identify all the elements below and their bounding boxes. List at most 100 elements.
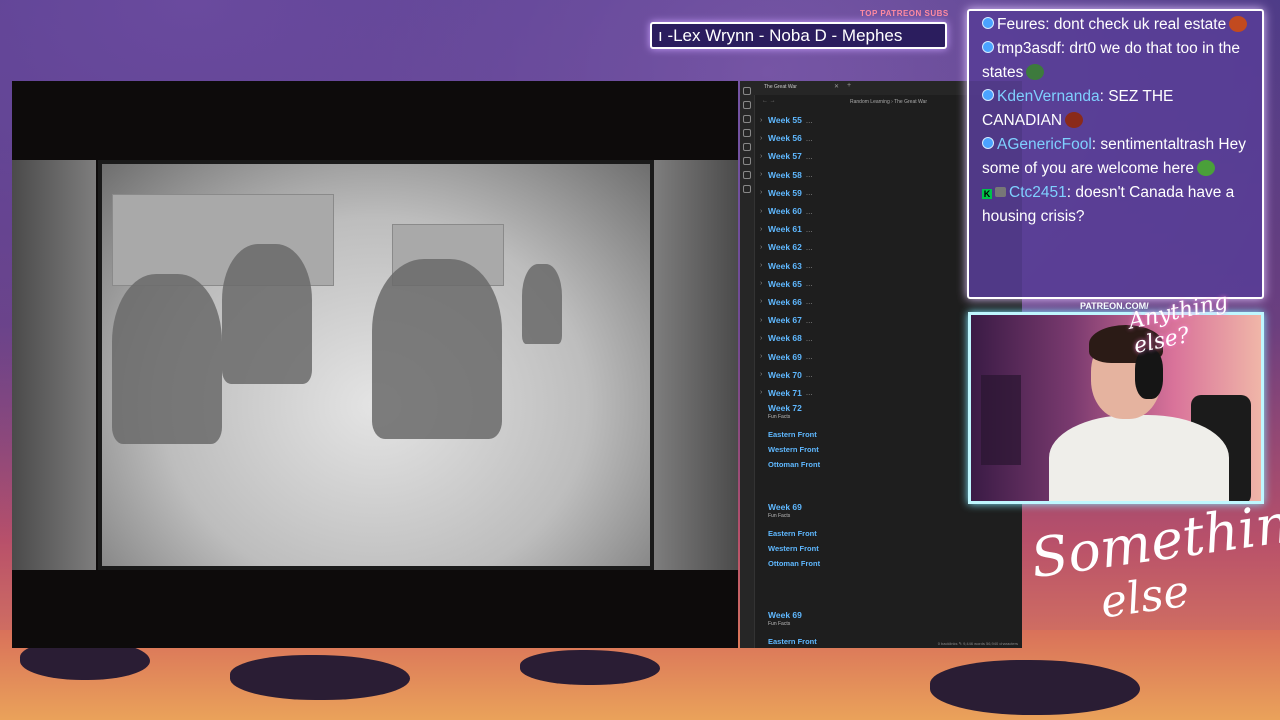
outline-item[interactable]: › Week 58...: [760, 166, 813, 184]
outline-item[interactable]: › Week 69...: [760, 347, 813, 365]
notes-ribbon: [740, 81, 755, 648]
outline-item[interactable]: › Week 56...: [760, 129, 813, 147]
emote-icon: [1026, 64, 1045, 80]
chat-message: tmp3asdf: drt0 we do that too in the sta…: [982, 40, 1241, 81]
outline-item-ellipsis: ...: [805, 352, 813, 362]
verified-badge-icon: [982, 17, 994, 29]
chat-text: dont check uk real estate: [1053, 16, 1227, 33]
canvas-icon[interactable]: [743, 143, 751, 151]
outline-item-label: Week 68: [768, 333, 802, 344]
outline-item[interactable]: › Week 57...: [760, 147, 813, 165]
outline-item-ellipsis: ...: [805, 224, 813, 234]
chat-username[interactable]: Ctc2451: [1009, 184, 1067, 201]
verified-badge-icon: [982, 41, 994, 53]
outline-item-ellipsis: ...: [805, 315, 813, 325]
chevron-right-icon[interactable]: ›: [760, 153, 768, 160]
chat-username[interactable]: tmp3asdf: [997, 40, 1061, 57]
outline-item-ellipsis: ...: [805, 370, 813, 380]
note-section: Week 72 Fun Facts Eastern Front Western Fro…: [768, 403, 820, 469]
emote-icon: [1065, 112, 1084, 128]
front-heading: Eastern Front: [768, 529, 817, 538]
chat-message: KdenVernanda: SEZ THE CANADIAN: [982, 88, 1174, 129]
outline-item[interactable]: › Week 68...: [760, 329, 813, 347]
chevron-right-icon[interactable]: ›: [760, 244, 768, 251]
emote-icon: [1229, 16, 1248, 32]
section-heading: Week 69: [768, 610, 802, 620]
verified-badge-icon: [982, 137, 994, 149]
chat-message: K Ctc2451: doesn't Canada have a housing …: [982, 184, 1235, 225]
chat-username[interactable]: AGenericFool: [997, 136, 1092, 153]
close-icon[interactable]: ✕: [834, 83, 839, 90]
outline-item[interactable]: › Week 55...: [760, 111, 813, 129]
webcam-shelf: [981, 375, 1021, 465]
top-patreon-subs-label: TOP PATREON SUBS: [860, 9, 949, 18]
status-bar: 0 backlinks ✎ 9,446 words 56,940 charact…: [937, 641, 1018, 646]
chevron-right-icon[interactable]: ›: [760, 280, 768, 287]
front-heading: Eastern Front: [768, 637, 817, 646]
outline-item-label: Week 61: [768, 224, 802, 235]
graph-icon[interactable]: [743, 115, 751, 123]
settings-icon[interactable]: [743, 185, 751, 193]
outline-item[interactable]: › Week 63...: [760, 257, 813, 275]
outline-item[interactable]: › Week 59...: [760, 184, 813, 202]
patreon-subs-ticker: ı -Lex Wrynn - Noba D - Mephes: [650, 22, 947, 49]
video-blur-right: [654, 160, 738, 570]
note-section: Week 69 Fun Facts Eastern Front: [768, 610, 817, 646]
chevron-right-icon[interactable]: ›: [760, 298, 768, 305]
chat-username[interactable]: KdenVernanda: [997, 88, 1100, 105]
outline-item-label: Week 59: [768, 187, 802, 198]
chevron-right-icon[interactable]: ›: [760, 117, 768, 124]
section-heading: Week 69: [768, 502, 802, 512]
outline-item[interactable]: › Week 62...: [760, 238, 813, 256]
outline-item-label: Week 65: [768, 278, 802, 289]
plus-icon[interactable]: +: [847, 82, 851, 89]
files-icon[interactable]: [743, 87, 751, 95]
tab-the-great-war[interactable]: The Great War: [764, 84, 797, 90]
chevron-right-icon[interactable]: ›: [760, 208, 768, 215]
chevron-right-icon[interactable]: ›: [760, 171, 768, 178]
nav-arrows-icon[interactable]: ← →: [762, 98, 776, 104]
search-icon[interactable]: [743, 101, 751, 109]
video-blur-left: [12, 160, 96, 570]
outline-item-ellipsis: ...: [805, 133, 813, 143]
outline-item[interactable]: › Week 65...: [760, 275, 813, 293]
outline-item[interactable]: › Week 61...: [760, 220, 813, 238]
outline-item[interactable]: › Week 70...: [760, 366, 813, 384]
chevron-right-icon[interactable]: ›: [760, 371, 768, 378]
outline-item[interactable]: › Week 67...: [760, 311, 813, 329]
outline-item-label: Week 63: [768, 260, 802, 271]
gift-badge-icon: [995, 187, 1006, 197]
chevron-right-icon[interactable]: ›: [760, 317, 768, 324]
chevron-right-icon[interactable]: ›: [760, 189, 768, 196]
video-frame: [98, 160, 654, 570]
outline-item-ellipsis: ...: [805, 206, 813, 216]
chevron-right-icon[interactable]: ›: [760, 226, 768, 233]
outline-item[interactable]: › Week 71...: [760, 384, 813, 402]
front-heading: Western Front: [768, 445, 819, 454]
chevron-right-icon[interactable]: ›: [760, 353, 768, 360]
outline-item[interactable]: › Week 66...: [760, 293, 813, 311]
front-heading: Ottoman Front: [768, 559, 821, 568]
video-player[interactable]: [12, 81, 738, 648]
outline-item[interactable]: › Week 60...: [760, 202, 813, 220]
front-heading: Western Front: [768, 544, 819, 553]
outline-item-label: Week 70: [768, 369, 802, 380]
chevron-right-icon[interactable]: ›: [760, 389, 768, 396]
front-heading: Eastern Front: [768, 430, 817, 439]
command-icon[interactable]: [743, 171, 751, 179]
overlay-decor-blob: [520, 650, 660, 685]
calendar-icon[interactable]: [743, 129, 751, 137]
outline-item-ellipsis: ...: [805, 115, 813, 125]
section-subheading: Fun Facts: [768, 414, 791, 420]
outline-item-label: Week 57: [768, 151, 802, 162]
chevron-right-icon[interactable]: ›: [760, 335, 768, 342]
template-icon[interactable]: [743, 157, 751, 165]
chat-username[interactable]: Feures: [997, 16, 1045, 33]
overlay-decor-blob: [930, 660, 1140, 715]
section-subheading: Fun Facts: [768, 513, 791, 519]
chevron-right-icon[interactable]: ›: [760, 262, 768, 269]
webcam-person-shirt: [1049, 415, 1229, 501]
brand-logo: Something else: [1027, 487, 1280, 629]
video-figure: [372, 259, 502, 439]
chevron-right-icon[interactable]: ›: [760, 135, 768, 142]
